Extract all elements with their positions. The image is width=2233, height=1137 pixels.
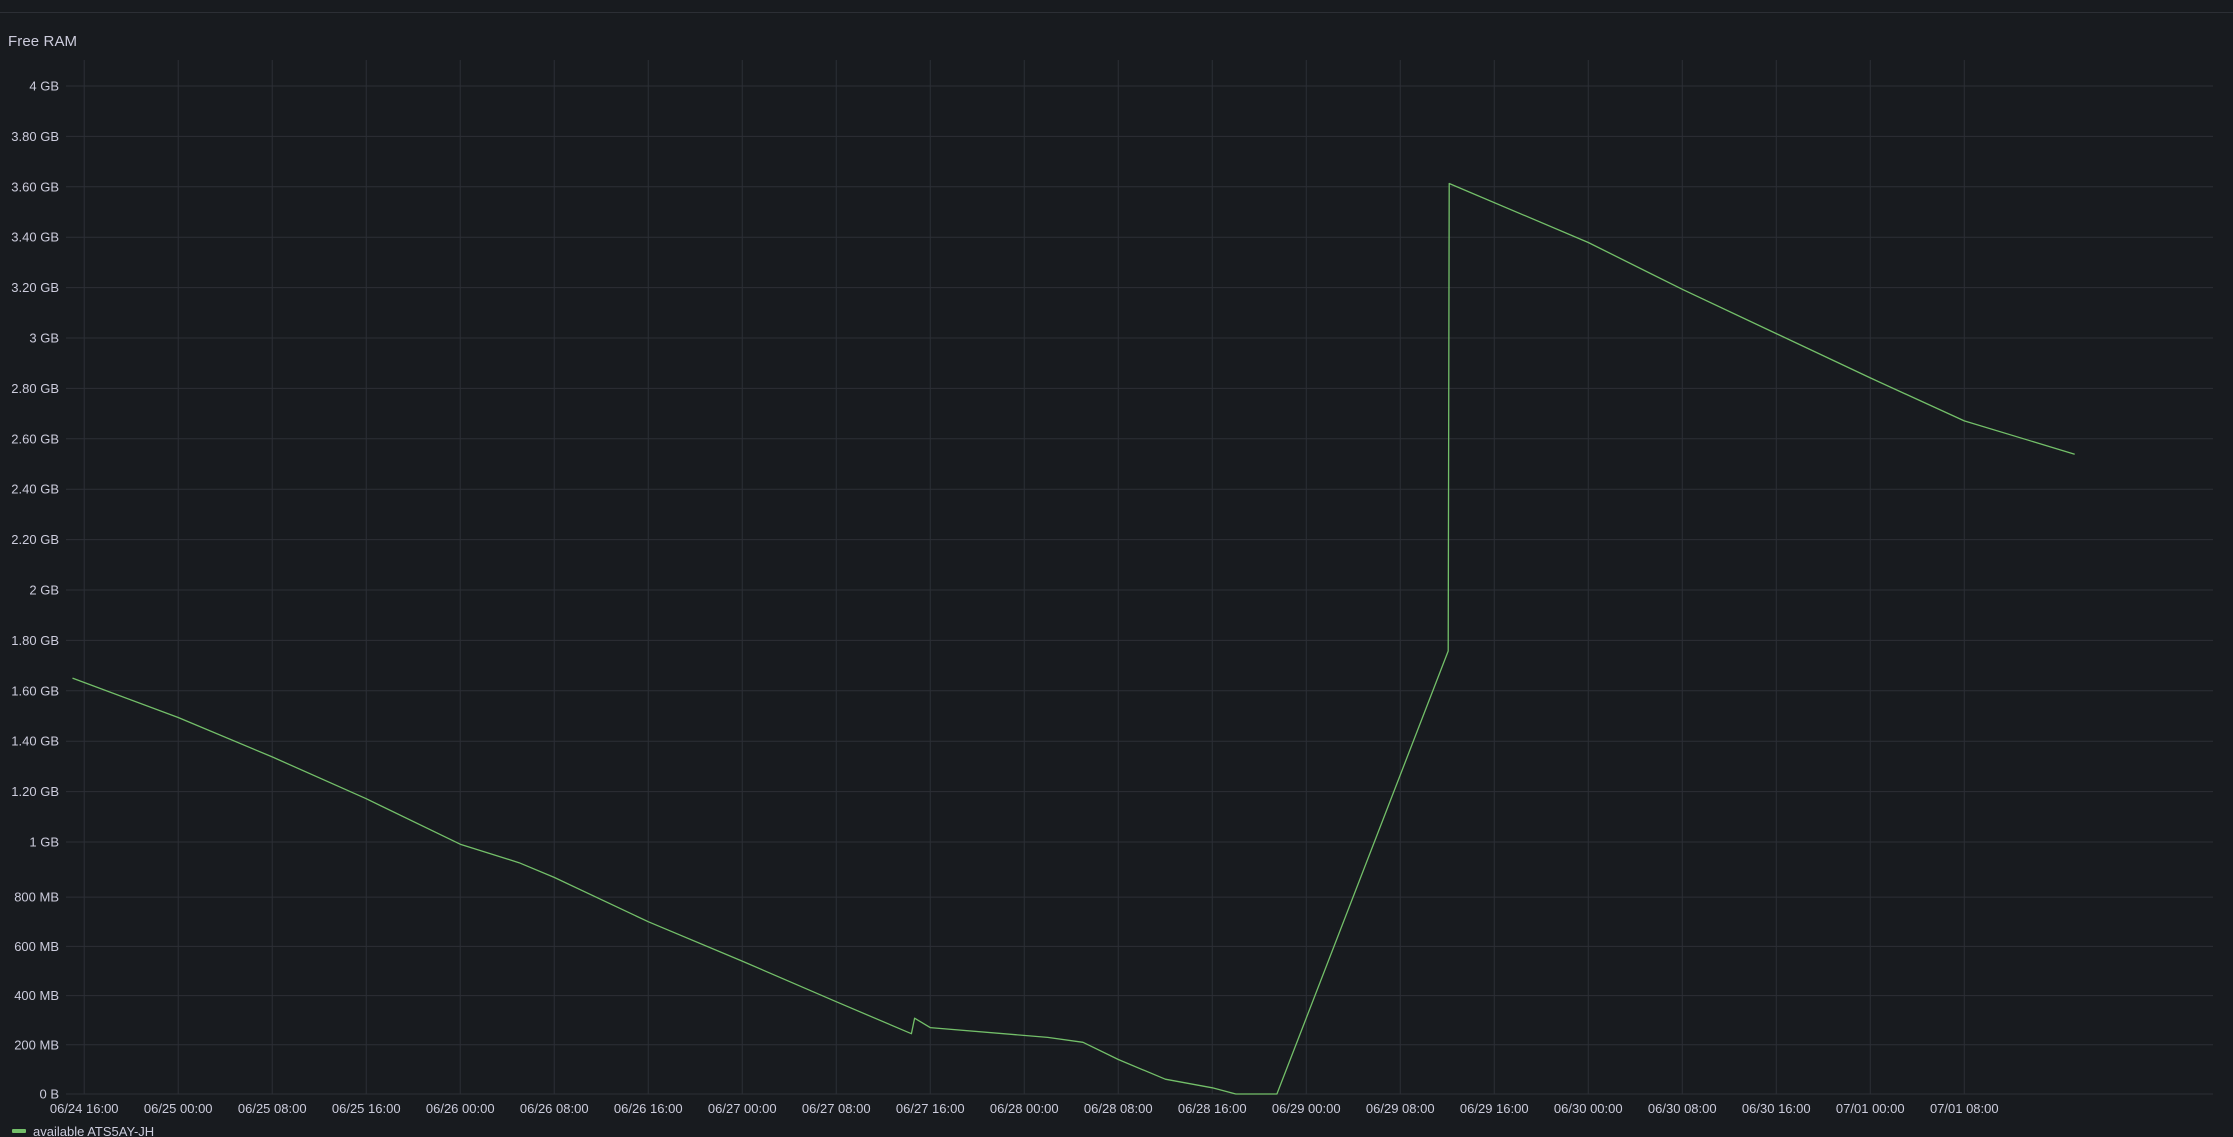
x-tick-label: 06/24 16:00 xyxy=(50,1101,119,1116)
y-tick-label: 3.80 GB xyxy=(11,129,59,144)
x-tick-label: 06/29 00:00 xyxy=(1272,1101,1341,1116)
y-tick-label: 0 B xyxy=(39,1087,59,1102)
x-tick-label: 06/30 16:00 xyxy=(1742,1101,1811,1116)
x-tick-label: 06/29 08:00 xyxy=(1366,1101,1435,1116)
x-tick-label: 06/27 16:00 xyxy=(896,1101,965,1116)
y-tick-label: 4 GB xyxy=(29,79,59,94)
y-tick-label: 3.40 GB xyxy=(11,230,59,245)
x-tick-label: 06/30 08:00 xyxy=(1648,1101,1717,1116)
legend-swatch xyxy=(12,1129,26,1133)
y-tick-label: 200 MB xyxy=(14,1037,59,1052)
x-tick-label: 07/01 08:00 xyxy=(1930,1101,1999,1116)
x-axis: 06/24 16:00 06/25 00:00 06/25 08:00 06/25 1… xyxy=(50,1101,1999,1116)
y-tick-label: 600 MB xyxy=(14,939,59,954)
x-tick-label: 06/25 00:00 xyxy=(144,1101,213,1116)
y-tick-label: 1.20 GB xyxy=(11,784,59,799)
series-line[interactable] xyxy=(72,182,2075,1095)
y-axis: 0 B 200 MB 400 MB 600 MB 800 MB 1 GB 1.20 GB 1.… xyxy=(11,79,59,1102)
y-tick-label: 2.80 GB xyxy=(11,381,59,396)
y-tick-label: 3 GB xyxy=(29,331,59,346)
legend[interactable]: available ATS5AY-JH xyxy=(12,1124,154,1137)
x-tick-label: 06/27 00:00 xyxy=(708,1101,777,1116)
y-tick-label: 2.60 GB xyxy=(11,431,59,446)
y-tick-label: 2 GB xyxy=(29,583,59,598)
y-tick-label: 3.20 GB xyxy=(11,280,59,295)
y-tick-label: 2.20 GB xyxy=(11,532,59,547)
y-tick-label: 1.40 GB xyxy=(11,734,59,749)
y-tick-label: 800 MB xyxy=(14,890,59,905)
x-tick-label: 06/26 08:00 xyxy=(520,1101,589,1116)
y-tick-label: 1.60 GB xyxy=(11,683,59,698)
y-tick-label: 400 MB xyxy=(14,988,59,1003)
x-tick-label: 06/28 16:00 xyxy=(1178,1101,1247,1116)
x-tick-label: 06/27 08:00 xyxy=(802,1101,871,1116)
y-tick-label: 1.80 GB xyxy=(11,633,59,648)
legend-label[interactable]: available ATS5AY-JH xyxy=(33,1124,154,1137)
x-tick-label: 07/01 00:00 xyxy=(1836,1101,1905,1116)
x-tick-label: 06/25 16:00 xyxy=(332,1101,401,1116)
y-tick-label: 3.60 GB xyxy=(11,179,59,194)
x-tick-label: 06/30 00:00 xyxy=(1554,1101,1623,1116)
free-ram-chart: 0 B 200 MB 400 MB 600 MB 800 MB 1 GB 1.20 GB 1.… xyxy=(11,60,2213,1137)
x-tick-label: 06/29 16:00 xyxy=(1460,1101,1529,1116)
chart-grid xyxy=(66,60,2213,1095)
y-tick-label: 1 GB xyxy=(29,835,59,850)
x-tick-label: 06/28 00:00 xyxy=(990,1101,1059,1116)
x-tick-label: 06/26 16:00 xyxy=(614,1101,683,1116)
x-tick-label: 06/25 08:00 xyxy=(238,1101,307,1116)
x-tick-label: 06/26 00:00 xyxy=(426,1101,495,1116)
x-tick-label: 06/28 08:00 xyxy=(1084,1101,1153,1116)
y-tick-label: 2.40 GB xyxy=(11,482,59,497)
series-layer xyxy=(72,182,2075,1095)
